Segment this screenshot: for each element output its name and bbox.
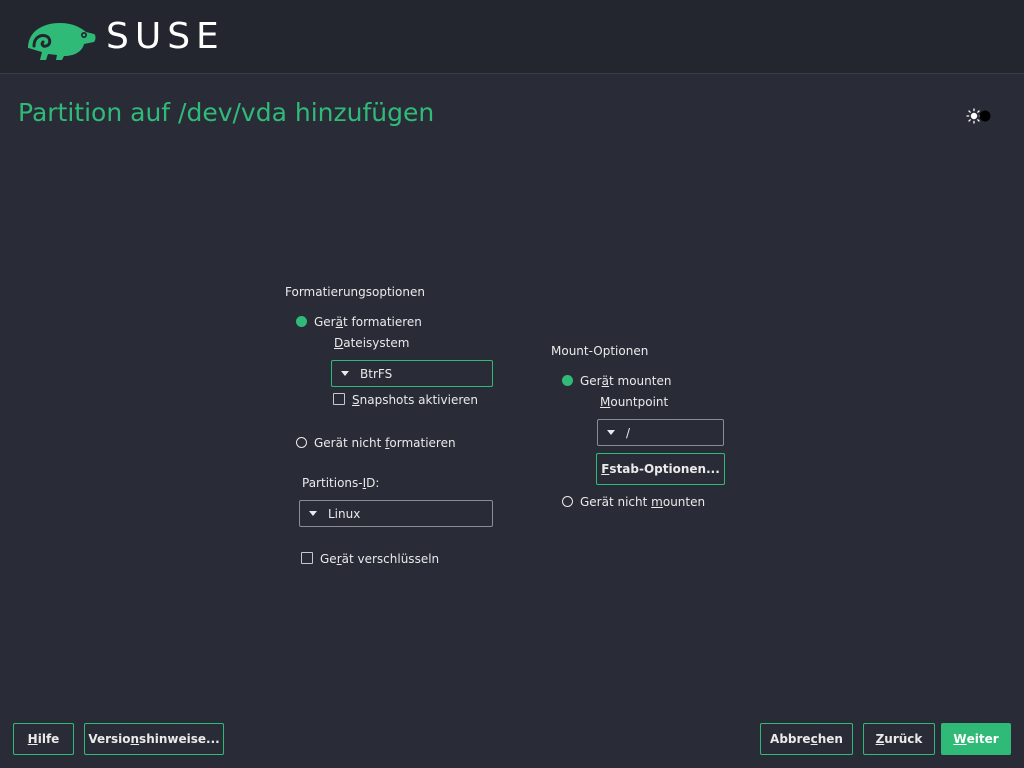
filesystem-value: BtrFS [360,367,393,381]
mount-options-heading: Mount-Optionen [551,344,649,358]
mountpoint-value: / [626,426,631,440]
no-format-label[interactable]: Gerät nicht formatieren [314,436,456,450]
format-device-label[interactable]: Gerät formatieren [314,315,422,329]
encrypt-checkbox[interactable] [301,552,313,564]
encrypt-label[interactable]: Gerät verschlüsseln [320,552,439,566]
theme-toggle-icon[interactable] [964,106,992,126]
chevron-down-icon [341,371,349,376]
mountpoint-select[interactable]: / [597,419,724,446]
format-options-heading: Formatierungsoptionen [285,285,425,299]
chevron-down-icon [309,511,317,516]
partition-id-label: Partitions-ID: [302,476,380,490]
page-title: Partition auf /dev/vda hinzufügen [18,98,435,127]
header-bar: SUSE [0,0,1024,74]
cancel-button[interactable]: Abbre c hen [760,723,853,755]
help-button[interactable]: Hilfe [13,723,74,755]
fstab-options-button[interactable]: Fstab-Optionen... [596,453,725,485]
no-mount-radio[interactable] [562,496,573,507]
next-button[interactable]: Weiter [941,723,1011,755]
partition-id-select[interactable]: Linux [299,500,493,527]
no-mount-label[interactable]: Gerät nicht mounten [580,495,705,509]
mount-device-radio[interactable] [562,375,573,386]
snapshots-checkbox[interactable] [333,393,345,405]
format-device-radio[interactable] [296,316,307,327]
chameleon-icon [28,23,96,60]
brand-logo-text: SUSE [106,16,225,57]
mountpoint-label: Mountpoint [600,395,669,409]
filesystem-label: Dateisystem [334,336,410,350]
snapshots-label[interactable]: Snapshots aktivieren [352,393,478,407]
partition-id-value: Linux [328,507,361,521]
chevron-down-icon [607,430,615,435]
no-format-radio[interactable] [296,437,307,448]
filesystem-select[interactable]: BtrFS [331,360,493,387]
mount-device-label[interactable]: Gerät mounten [580,374,671,388]
back-button[interactable]: Zurück [863,723,935,755]
release-notes-button[interactable]: Versio n shinweise... [84,723,224,755]
